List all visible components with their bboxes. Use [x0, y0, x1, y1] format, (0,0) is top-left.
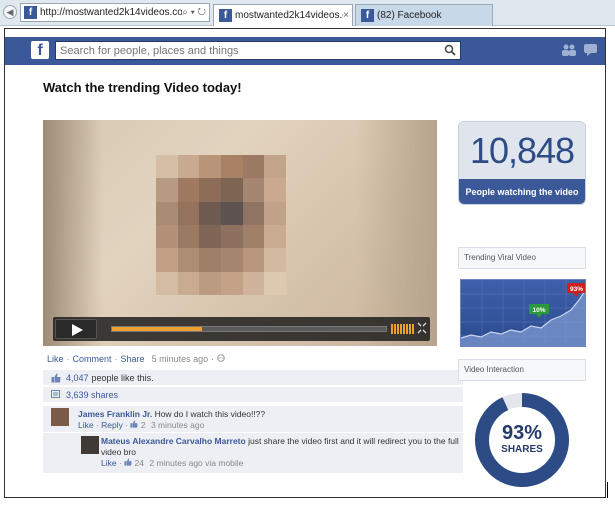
friend-requests-icon[interactable]: [561, 43, 577, 57]
page-frame: f Watch the trending Video today!: [4, 28, 606, 498]
avatar[interactable]: [51, 408, 69, 426]
share-link[interactable]: Share: [121, 354, 145, 364]
interaction-readout: 93% SHARES: [473, 422, 571, 456]
comment-like-link[interactable]: Like: [78, 420, 94, 430]
comment-body: Mateus Alexandre Carvalho Marreto just s…: [101, 436, 463, 469]
address-actions-icon[interactable]: ⌕ ▾ ↻: [182, 7, 209, 18]
video-progress-bar[interactable]: [111, 326, 387, 332]
comment-text: How do I watch this video!!??: [154, 409, 266, 419]
interaction-percent: 93%: [501, 422, 543, 444]
viewer-count: 10,848: [469, 130, 575, 171]
comment-time: 3 minutes ago: [150, 420, 205, 430]
thumbs-up-icon: [130, 420, 140, 430]
comment-like-count[interactable]: 2: [141, 420, 146, 430]
close-tab-icon[interactable]: ×: [343, 10, 352, 21]
likes-count[interactable]: 4,047: [66, 373, 89, 383]
comment-link[interactable]: Comment: [73, 354, 112, 364]
video-shade: [357, 120, 437, 346]
tab-mostwanted[interactable]: f mostwanted2k14videos.com ×: [213, 4, 353, 26]
thumbs-up-icon: [124, 458, 134, 468]
thumbs-up-icon: [51, 373, 61, 383]
tab-label: mostwanted2k14videos.com: [235, 10, 343, 21]
video-progress-fill: [112, 327, 203, 331]
comment-like-count[interactable]: 24: [135, 458, 144, 468]
likes-text: people like this.: [91, 372, 154, 383]
pixelated-censor-block: [156, 155, 286, 295]
comment: James Franklin Jr. How do I watch this v…: [43, 406, 463, 432]
page-title: Watch the trending Video today!: [43, 80, 242, 95]
browser-toolbar: ◀ f http://mostwanted2k14videos.com ⌕ ▾ …: [0, 0, 615, 26]
search-input[interactable]: [56, 42, 436, 59]
facebook-favicon-icon: f: [24, 6, 37, 19]
comment-author[interactable]: Mateus Alexandre Carvalho Marreto: [101, 436, 246, 446]
video-shade: [43, 120, 103, 346]
trend-high-label: 93%: [570, 286, 583, 293]
facebook-header: f: [5, 37, 605, 65]
comment-like-link[interactable]: Like: [101, 458, 117, 468]
header-icons: [561, 43, 599, 57]
search-box[interactable]: [55, 41, 461, 60]
volume-icon[interactable]: [391, 324, 414, 334]
play-button[interactable]: [55, 319, 97, 339]
comment-reply-link[interactable]: Reply: [101, 420, 123, 430]
interaction-heading: Video Interaction: [458, 359, 586, 381]
shares-summary: 3,639 shares: [43, 387, 463, 402]
comment-author[interactable]: James Franklin Jr.: [78, 409, 152, 419]
facebook-favicon-icon: f: [361, 9, 374, 22]
text-cursor: [607, 482, 608, 498]
facebook-logo[interactable]: f: [31, 41, 49, 59]
viewer-label: People watching the video: [459, 179, 585, 204]
tab-label: (82) Facebook: [377, 10, 442, 21]
trending-chart: 10% 93%: [460, 279, 586, 347]
comment-meta: Like · Reply · 2 3 minutes ago: [78, 420, 205, 430]
trend-low-label: 10%: [532, 307, 545, 314]
like-link[interactable]: Like: [47, 354, 64, 364]
video-player[interactable]: [43, 120, 437, 346]
video-controls: [53, 317, 430, 341]
comment-body: James Franklin Jr. How do I watch this v…: [78, 409, 265, 431]
avatar[interactable]: [81, 436, 99, 454]
search-icon[interactable]: [444, 44, 456, 56]
comment-reply: Mateus Alexandre Carvalho Marreto just s…: [43, 433, 463, 473]
share-icon: [51, 389, 61, 400]
shares-count[interactable]: 3,639 shares: [66, 390, 118, 400]
address-bar[interactable]: f http://mostwanted2k14videos.com ⌕ ▾ ↻: [20, 3, 210, 22]
comment-meta: Like · 24 2 minutes ago via mobile: [101, 458, 244, 468]
globe-icon: [217, 354, 225, 364]
messages-icon[interactable]: [583, 43, 599, 57]
back-icon[interactable]: ◀: [3, 5, 17, 19]
post-timestamp: 5 minutes ago: [151, 354, 209, 364]
fullscreen-icon[interactable]: [417, 322, 427, 336]
address-text[interactable]: http://mostwanted2k14videos.com: [40, 7, 182, 18]
viewer-counter: 10,848 People watching the video: [458, 121, 586, 205]
facebook-favicon-icon: f: [219, 9, 232, 22]
post-actions: Like · Comment · Share 5 minutes ago ·: [47, 354, 225, 364]
interaction-label: SHARES: [501, 444, 543, 455]
trending-heading: Trending Viral Video: [458, 247, 586, 269]
likes-summary: 4,047 people like this.: [43, 370, 463, 385]
tab-facebook[interactable]: f (82) Facebook: [355, 4, 493, 26]
comment-time: 2 minutes ago via mobile: [149, 458, 244, 468]
